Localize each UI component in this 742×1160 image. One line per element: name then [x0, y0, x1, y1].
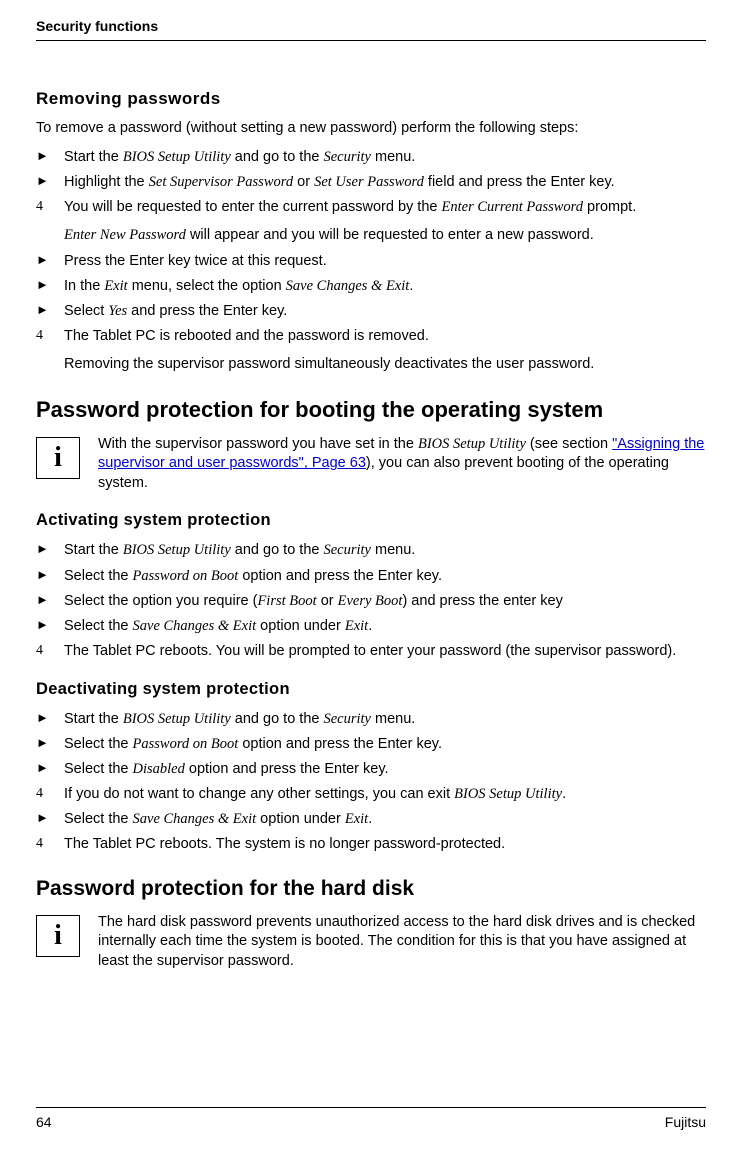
- step-item: 4 The Tablet PC reboots. The system is no…: [36, 834, 706, 855]
- result-icon: 4: [36, 834, 43, 854]
- step-text: Start the BIOS Setup Utility and go to t…: [64, 149, 415, 165]
- step-text: Select the option you require (First Boo…: [64, 593, 563, 609]
- result-icon: 4: [36, 784, 43, 804]
- arrow-icon: ►: [36, 734, 49, 753]
- step-item: ► Select the Password on Boot option and …: [36, 566, 706, 587]
- step-item: ► Start the BIOS Setup Utility and go to …: [36, 709, 706, 730]
- page-number: 64: [36, 1114, 52, 1130]
- step-item: ► Select the Disabled option and press th…: [36, 759, 706, 780]
- step-text: Select Yes and press the Enter key.: [64, 303, 287, 319]
- step-text: Select the Save Changes & Exit option un…: [64, 811, 372, 827]
- info-block: i With the supervisor password you have …: [36, 435, 706, 494]
- section-harddisk-title: Password protection for the hard disk: [36, 877, 706, 901]
- step-item: ► Select the Password on Boot option and …: [36, 734, 706, 755]
- info-block: i The hard disk password prevents unauth…: [36, 913, 706, 972]
- arrow-icon: ►: [36, 709, 49, 728]
- step-item: ► Press the Enter key twice at this reque…: [36, 251, 706, 272]
- arrow-icon: ►: [36, 147, 49, 166]
- step-text: In the Exit menu, select the option Save…: [64, 278, 413, 294]
- arrow-icon: ►: [36, 301, 49, 320]
- step-text: You will be requested to enter the curre…: [64, 199, 636, 215]
- step-item: ► Start the BIOS Setup Utility and go to …: [36, 540, 706, 561]
- step-item: 4 If you do not want to change any other …: [36, 784, 706, 805]
- step-text: Select the Disabled option and press the…: [64, 761, 389, 777]
- arrow-icon: ►: [36, 276, 49, 295]
- step-text: If you do not want to change any other s…: [64, 786, 566, 802]
- step-text: Start the BIOS Setup Utility and go to t…: [64, 711, 415, 727]
- arrow-icon: ►: [36, 591, 49, 610]
- step-item: ► Select the Save Changes & Exit option u…: [36, 809, 706, 830]
- step-text: Select the Save Changes & Exit option un…: [64, 618, 372, 634]
- step-item: 4 You will be requested to enter the curr…: [36, 197, 706, 218]
- step-item: ► Select the option you require (First Bo…: [36, 591, 706, 612]
- info-icon: i: [36, 915, 80, 957]
- step-text: The Tablet PC reboots. The system is no …: [64, 836, 505, 852]
- info-icon: i: [36, 437, 80, 479]
- step-item: 4 The Tablet PC reboots. You will be prom…: [36, 641, 706, 662]
- step-item: ► Highlight the Set Supervisor Password o…: [36, 172, 706, 193]
- section-booting-title: Password protection for booting the oper…: [36, 397, 706, 423]
- arrow-icon: ►: [36, 566, 49, 585]
- step-item: ► Select Yes and press the Enter key.: [36, 301, 706, 322]
- result-icon: 4: [36, 197, 43, 217]
- step-item: 4 The Tablet PC is rebooted and the passw…: [36, 326, 706, 347]
- step-text: The Tablet PC is rebooted and the passwo…: [64, 328, 429, 344]
- page-header: Security functions: [36, 18, 706, 41]
- step-text: Highlight the Set Supervisor Password or…: [64, 174, 615, 190]
- arrow-icon: ►: [36, 616, 49, 635]
- step-text: Select the Password on Boot option and p…: [64, 568, 442, 584]
- arrow-icon: ►: [36, 809, 49, 828]
- arrow-icon: ►: [36, 540, 49, 559]
- step-text: The Tablet PC reboots. You will be promp…: [64, 643, 676, 659]
- step-item: ► Start the BIOS Setup Utility and go to …: [36, 147, 706, 168]
- info-text: The hard disk password prevents unauthor…: [98, 913, 706, 972]
- result-icon: 4: [36, 641, 43, 661]
- step-text: Press the Enter key twice at this reques…: [64, 253, 327, 269]
- step-item: ► Select the Save Changes & Exit option u…: [36, 616, 706, 637]
- info-text: With the supervisor password you have se…: [98, 435, 706, 494]
- arrow-icon: ►: [36, 172, 49, 191]
- section-activating-title: Activating system protection: [36, 511, 706, 530]
- step-text: Start the BIOS Setup Utility and go to t…: [64, 542, 415, 558]
- arrow-icon: ►: [36, 251, 49, 270]
- step-item: ► In the Exit menu, select the option Sav…: [36, 276, 706, 297]
- page-footer: 64 Fujitsu: [36, 1107, 706, 1130]
- section-removing-passwords-title: Removing passwords: [36, 89, 706, 109]
- brand-name: Fujitsu: [665, 1114, 706, 1130]
- step-subtext: Enter New Password will appear and you w…: [64, 226, 706, 246]
- result-icon: 4: [36, 326, 43, 346]
- step-subtext: Removing the supervisor password simulta…: [64, 355, 706, 375]
- section-deactivating-title: Deactivating system protection: [36, 680, 706, 699]
- step-text: Select the Password on Boot option and p…: [64, 736, 442, 752]
- arrow-icon: ►: [36, 759, 49, 778]
- removing-intro: To remove a password (without setting a …: [36, 119, 706, 139]
